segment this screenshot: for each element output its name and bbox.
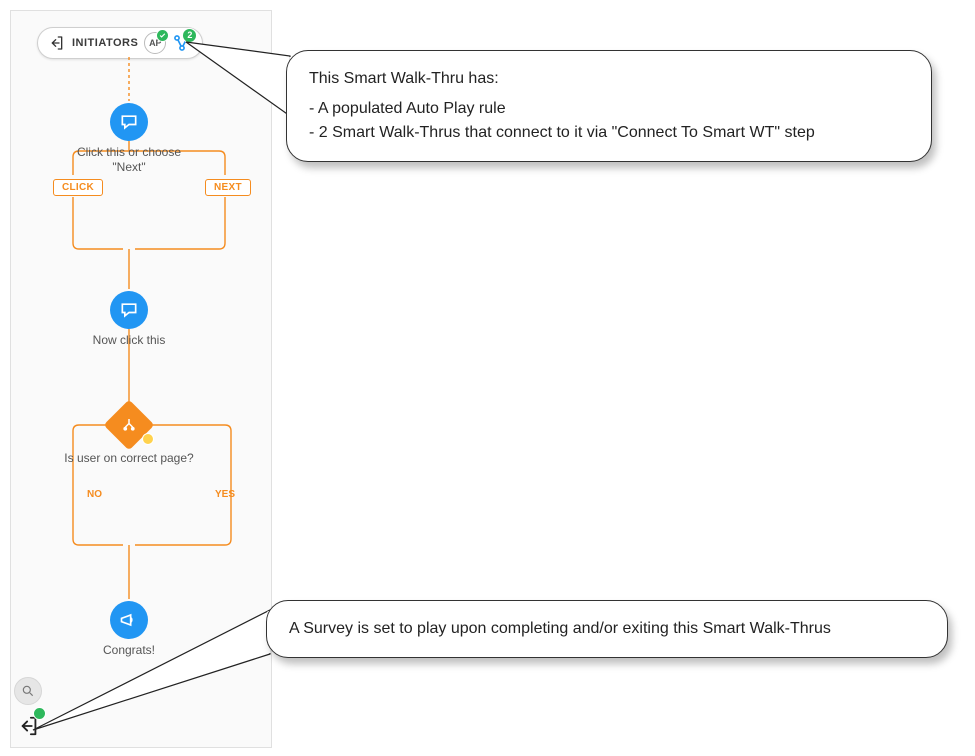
- split-arrows-icon: [120, 416, 138, 434]
- callout-bottom: A Survey is set to play upon completing …: [266, 600, 948, 658]
- initiators-pill[interactable]: INITIATORS AP 2: [37, 27, 203, 59]
- flow-editor-panel: INITIATORS AP 2: [10, 10, 272, 748]
- step2-label: Now click this: [59, 333, 199, 348]
- initiators-label: INITIATORS: [72, 37, 138, 49]
- callout-top: This Smart Walk-Thru has: - A populated …: [286, 50, 932, 162]
- split-question-label: Is user on correct page?: [59, 451, 199, 466]
- callout-bottom-text: A Survey is set to play upon completing …: [289, 617, 925, 641]
- check-icon: [33, 707, 46, 720]
- branch-label-yes: YES: [215, 489, 235, 500]
- magnifier-icon: [21, 684, 35, 698]
- exit-arrow-icon: [48, 34, 66, 52]
- branch-label-no: NO: [87, 489, 102, 500]
- speech-bubble-icon: [119, 300, 139, 320]
- step-node-step2[interactable]: [110, 291, 148, 329]
- exit-trigger-icon[interactable]: [14, 711, 44, 741]
- rule-indicator-dot: [142, 433, 154, 445]
- connect-to-wt-icon: 2: [172, 33, 192, 53]
- callout-top-heading: This Smart Walk-Thru has:: [309, 67, 909, 91]
- step-node-step1[interactable]: [110, 103, 148, 141]
- megaphone-icon: [119, 610, 139, 630]
- connect-count-badge: 2: [182, 28, 197, 43]
- step1-label: Click this or choose "Next": [59, 145, 199, 175]
- speech-bubble-icon: [119, 112, 139, 132]
- branch-option-click[interactable]: CLICK: [53, 179, 103, 196]
- branch-option-next[interactable]: NEXT: [205, 179, 251, 196]
- step3-label: Congrats!: [59, 643, 199, 658]
- zoom-button[interactable]: [14, 677, 42, 705]
- callout-top-bullet-1: - A populated Auto Play rule: [309, 97, 909, 121]
- check-icon: [156, 29, 169, 42]
- autoplay-badge: AP: [144, 32, 166, 54]
- callout-top-bullet-2: - 2 Smart Walk-Thrus that connect to it …: [309, 121, 909, 145]
- step-node-congrats[interactable]: [110, 601, 148, 639]
